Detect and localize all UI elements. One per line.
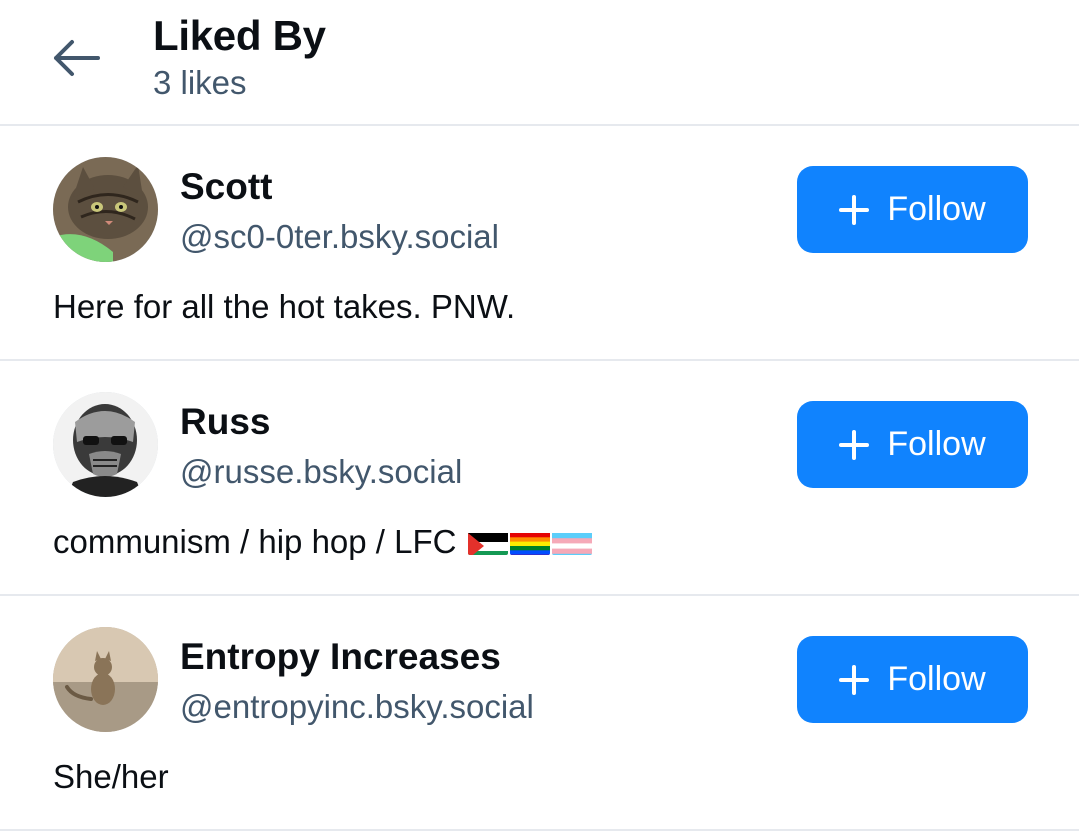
bio-flags (468, 529, 593, 555)
user-display-name[interactable]: Russ (180, 401, 270, 443)
follow-button[interactable]: Follow (797, 636, 1028, 723)
user-bio-text: Here for all the hot takes. PNW. (53, 288, 516, 325)
rainbow-flag-icon (510, 529, 551, 555)
follow-button-label: Follow (887, 190, 986, 228)
cat-avatar-icon[interactable] (53, 627, 158, 732)
follow-button[interactable]: Follow (797, 401, 1028, 488)
header: Liked By 3 likes (0, 0, 1079, 126)
user-handle[interactable]: @entropyinc.bsky.social (180, 688, 534, 726)
user-display-name[interactable]: Scott (180, 166, 273, 208)
user-row-entropy[interactable]: Entropy Increases @entropyinc.bsky.socia… (0, 596, 1079, 831)
follow-button-label: Follow (887, 425, 986, 463)
follow-button-label: Follow (887, 660, 986, 698)
back-button[interactable] (40, 28, 112, 88)
user-handle[interactable]: @sc0-0ter.bsky.social (180, 218, 499, 256)
plus-icon (839, 194, 870, 225)
plus-icon (839, 664, 870, 695)
palestine-flag-icon (468, 529, 509, 555)
user-bio-text: She/her (53, 758, 169, 795)
follow-button[interactable]: Follow (797, 166, 1028, 253)
user-display-name[interactable]: Entropy Increases (180, 636, 501, 678)
transgender-flag-icon (552, 529, 593, 555)
user-handle[interactable]: @russe.bsky.social (180, 453, 462, 491)
user-row-russ[interactable]: Russ @russe.bsky.social Follow communism… (0, 361, 1079, 596)
arrow-left-icon (54, 40, 100, 76)
page-title: Liked By (153, 12, 326, 59)
masked-face-avatar-icon[interactable] (53, 392, 158, 497)
user-bio: Here for all the hot takes. PNW. (53, 288, 515, 326)
plus-icon (839, 429, 870, 460)
user-bio: communism / hip hop / LFC (53, 523, 593, 561)
likes-count: 3 likes (153, 64, 247, 101)
cat-avatar-icon[interactable] (53, 157, 158, 262)
user-bio-text: communism / hip hop / LFC (53, 523, 457, 560)
user-row-scott[interactable]: Scott @sc0-0ter.bsky.social Follow Here … (0, 126, 1079, 361)
user-bio: She/her (53, 758, 169, 796)
